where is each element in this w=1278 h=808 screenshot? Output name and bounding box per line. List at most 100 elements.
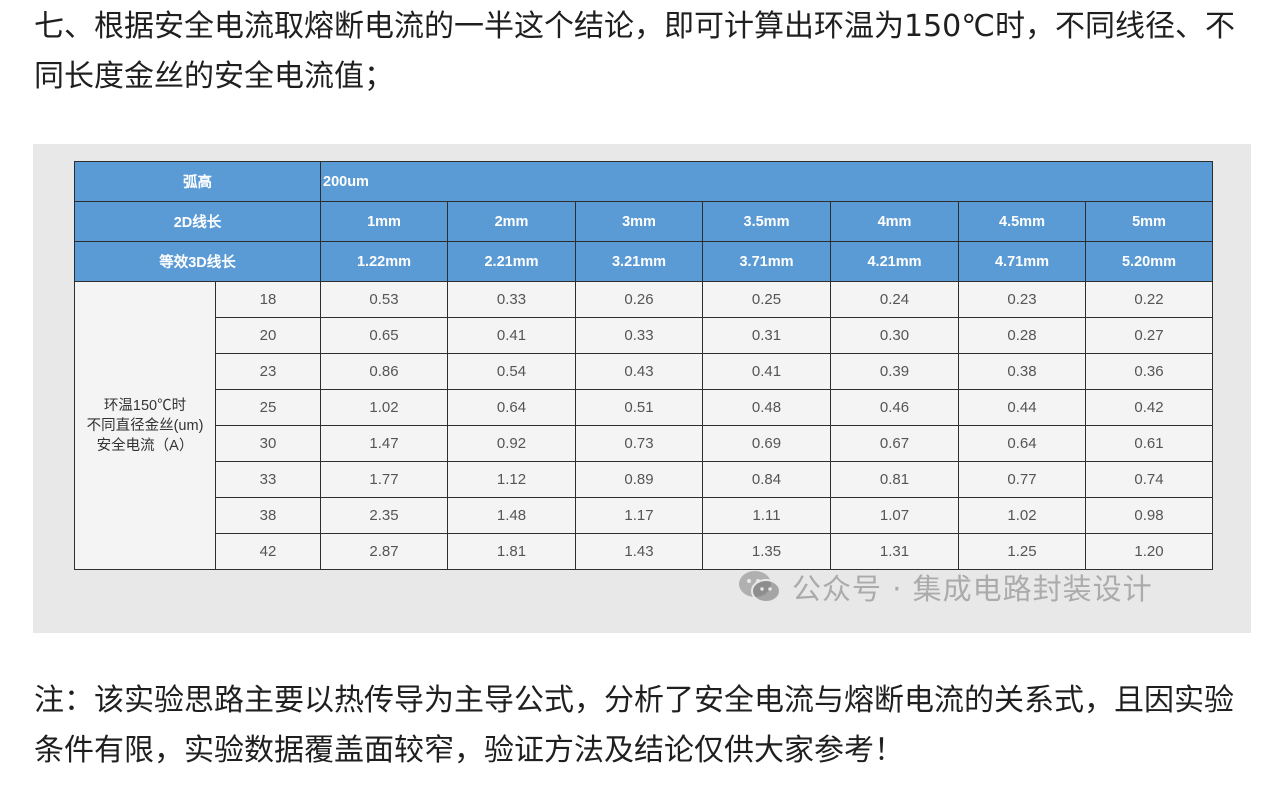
current-value-cell: 0.23 [958,281,1086,318]
line-length-cell: 4.5mm [958,201,1086,242]
current-value-cell: 0.44 [958,389,1086,426]
current-value-cell: 1.31 [830,533,959,570]
current-value-cell: 0.39 [830,353,959,390]
current-value-cell: 1.77 [320,461,448,498]
current-value-cell: 0.48 [702,389,831,426]
current-value-cell: 0.24 [830,281,959,318]
safe-current-table: 弧高 200um 2D线长 1mm 2mm 3mm 3.5mm 4mm 4.5m… [74,161,1213,570]
arc-height-label: 弧高 [74,161,321,202]
equiv-length-cell: 3.71mm [702,241,831,282]
equiv-length-cell: 3.21mm [575,241,703,282]
current-value-cell: 1.12 [447,461,576,498]
table-figure: 弧高 200um 2D线长 1mm 2mm 3mm 3.5mm 4mm 4.5m… [33,144,1251,633]
equiv-length-cell: 4.71mm [958,241,1086,282]
current-value-cell: 0.69 [702,425,831,462]
current-value-cell: 1.43 [575,533,703,570]
current-value-cell: 1.35 [702,533,831,570]
current-value-cell: 0.54 [447,353,576,390]
current-value-cell: 0.33 [575,317,703,354]
wechat-icon [736,567,784,607]
line-length-row: 2D线长 1mm 2mm 3mm 3.5mm 4mm 4.5mm 5mm [74,201,1213,242]
current-value-cell: 0.25 [702,281,831,318]
current-value-cell: 0.77 [958,461,1086,498]
line-length-cell: 2mm [447,201,576,242]
equiv-length-cell: 2.21mm [447,241,576,282]
table-row: 30 1.47 0.92 0.73 0.69 0.67 0.64 0.61 [75,425,1213,462]
diameter-cell: 33 [215,461,321,498]
current-value-cell: 1.17 [575,497,703,534]
current-value-cell: 0.28 [958,317,1086,354]
current-value-cell: 1.48 [447,497,576,534]
table-row: 23 0.86 0.54 0.43 0.41 0.39 0.38 0.36 [75,353,1213,390]
watermark-text: 公众号 · 集成电路封装设计 [792,572,1153,606]
current-value-cell: 0.73 [575,425,703,462]
diameter-cell: 25 [215,389,321,426]
arc-height-row: 弧高 200um [74,161,1213,202]
arc-height-value: 200um [320,161,1213,202]
table-row: 20 0.65 0.41 0.33 0.31 0.30 0.28 0.27 [75,317,1213,354]
diameter-cell: 30 [215,425,321,462]
group-label-line: 环温150℃时 [103,397,187,414]
current-value-cell: 1.20 [1085,533,1213,570]
current-value-cell: 2.35 [320,497,448,534]
current-value-cell: 0.98 [1085,497,1213,534]
current-value-cell: 0.31 [702,317,831,354]
current-value-cell: 0.36 [1085,353,1213,390]
current-value-cell: 0.22 [1085,281,1213,318]
equiv-length-label: 等效3D线长 [74,241,321,282]
diameter-cell: 18 [215,281,321,318]
current-value-cell: 0.86 [320,353,448,390]
watermark: 公众号 · 集成电路封装设计 [736,567,1153,607]
line-length-label: 2D线长 [74,201,321,242]
current-value-cell: 1.81 [447,533,576,570]
current-value-cell: 1.02 [320,389,448,426]
current-value-cell: 0.67 [830,425,959,462]
current-value-cell: 0.30 [830,317,959,354]
current-value-cell: 0.89 [575,461,703,498]
group-label-line: 不同直径金丝(um) [86,417,204,434]
table-row: 38 2.35 1.48 1.17 1.11 1.07 1.02 0.98 [75,497,1213,534]
current-value-cell: 0.64 [958,425,1086,462]
current-value-cell: 1.11 [702,497,831,534]
diameter-cell: 23 [215,353,321,390]
line-length-cell: 3.5mm [702,201,831,242]
equiv-length-cell: 1.22mm [320,241,448,282]
current-value-cell: 0.46 [830,389,959,426]
table-row: 环温150℃时 不同直径金丝(um) 安全电流（A） 18 0.53 0.33 0.26 0.… [74,281,1213,570]
current-value-cell: 0.51 [575,389,703,426]
current-value-cell: 0.42 [1085,389,1213,426]
group-label: 环温150℃时 不同直径金丝(um) 安全电流（A） [74,281,216,570]
current-value-cell: 1.47 [320,425,448,462]
current-value-cell: 0.53 [320,281,448,318]
diameter-cell: 42 [215,533,321,570]
equiv-length-cell: 4.21mm [830,241,959,282]
current-value-cell: 0.84 [702,461,831,498]
current-value-cell: 0.74 [1085,461,1213,498]
current-value-cell: 0.38 [958,353,1086,390]
current-value-cell: 0.61 [1085,425,1213,462]
current-value-cell: 2.87 [320,533,448,570]
table-row: 33 1.77 1.12 0.89 0.84 0.81 0.77 0.74 [75,461,1213,498]
note-paragraph: 注：该实验思路主要以热传导为主导公式，分析了安全电流与熔断电流的关系式，且因实验… [34,683,1234,768]
group-label-line: 安全电流（A） [96,437,194,454]
current-value-cell: 0.33 [447,281,576,318]
current-value-cell: 0.43 [575,353,703,390]
current-value-cell: 1.25 [958,533,1086,570]
line-length-cell: 1mm [320,201,448,242]
current-value-cell: 0.81 [830,461,959,498]
current-value-cell: 0.41 [702,353,831,390]
current-value-cell: 0.64 [447,389,576,426]
intro-paragraph: 七、根据安全电流取熔断电流的一半这个结论，即可计算出环温为150℃时，不同线径、… [34,9,1235,94]
current-value-cell: 0.92 [447,425,576,462]
equiv-length-cell: 5.20mm [1085,241,1213,282]
diameter-cell: 20 [215,317,321,354]
diameter-cell: 38 [215,497,321,534]
line-length-cell: 5mm [1085,201,1213,242]
line-length-cell: 3mm [575,201,703,242]
current-value-cell: 0.65 [320,317,448,354]
table-row: 42 2.87 1.81 1.43 1.35 1.31 1.25 1.20 [75,533,1213,570]
current-value-cell: 0.26 [575,281,703,318]
current-value-cell: 1.07 [830,497,959,534]
equiv-length-row: 等效3D线长 1.22mm 2.21mm 3.21mm 3.71mm 4.21m… [74,241,1213,282]
line-length-cell: 4mm [830,201,959,242]
